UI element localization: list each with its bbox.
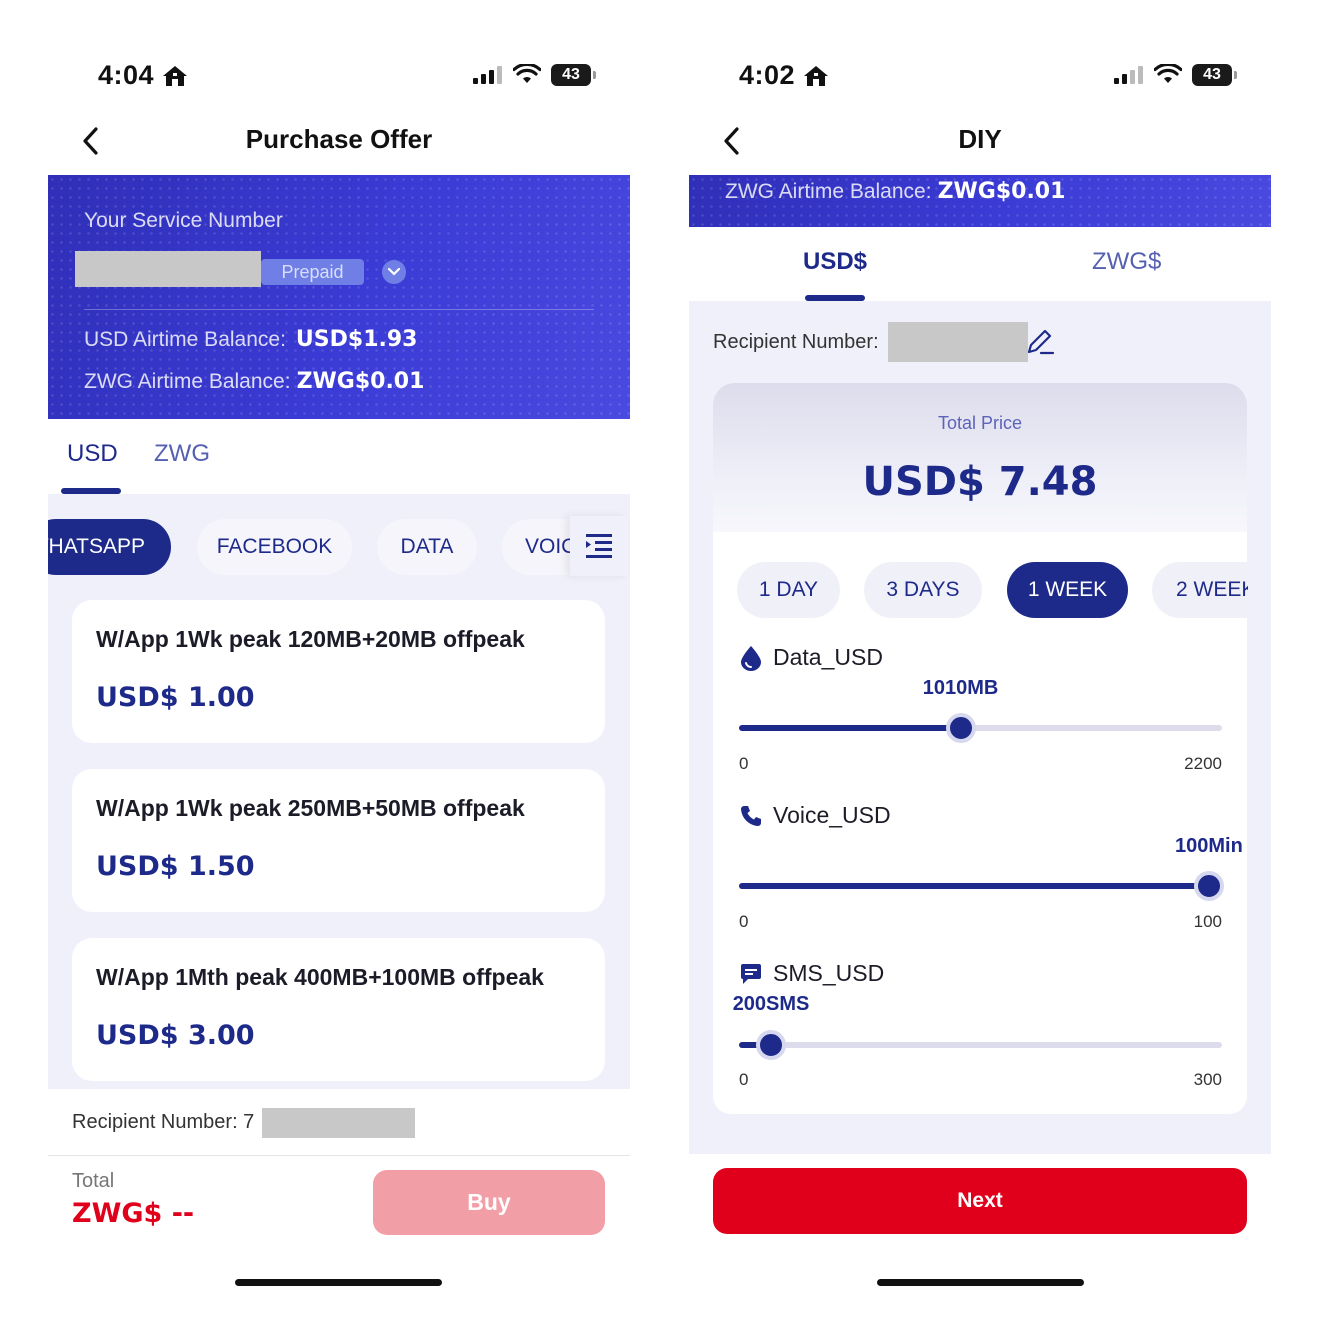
data-slider-thumb[interactable] <box>945 713 976 743</box>
data-slider[interactable] <box>739 713 1222 743</box>
tab-usd[interactable]: USD$ <box>803 248 867 276</box>
diy-screen: 4:02 43 DIY ZWG Airtime Balance: ZWG$0.0… <box>689 0 1271 1320</box>
offer-name: W/App 1Mth peak 400MB+100MB offpeak <box>96 964 544 990</box>
recipient-redacted <box>262 1108 415 1138</box>
service-number-redacted <box>75 251 261 287</box>
tab-zwg[interactable]: ZWG$ <box>1092 248 1161 276</box>
offer-card[interactable]: W/App 1Mth peak 400MB+100MB offpeak USD$… <box>72 938 605 1081</box>
voice-slider-min: 0 <box>739 912 749 931</box>
purchase-offer-screen: 4:04 43 Purchase Offer Your Service Numb… <box>48 0 630 1320</box>
page-title: DIY <box>958 124 1002 154</box>
sms-slider-max: 300 <box>1193 1070 1222 1089</box>
wifi-icon <box>1154 64 1182 83</box>
wifi-icon <box>513 64 541 83</box>
usd-balance-row: USD Airtime Balance: USD$1.93 <box>84 327 417 352</box>
next-button[interactable]: Next <box>713 1168 1247 1234</box>
total-label: Total <box>72 1170 115 1192</box>
total-price-value: USD$ 7.48 <box>862 459 1098 505</box>
data-slider-value: 1010MB <box>922 677 999 699</box>
zwg-balance-label: ZWG Airtime Balance: <box>725 180 932 203</box>
status-icons: 43 <box>1114 64 1237 86</box>
chip-1-day[interactable]: 1 DAY <box>737 562 840 618</box>
voice-slider-max: 100 <box>1193 912 1222 931</box>
home-status-icon <box>804 65 829 86</box>
service-number-label: Your Service Number <box>84 209 283 232</box>
voice-slider-thumb[interactable] <box>1194 871 1224 901</box>
chat-bubble-icon <box>741 963 761 984</box>
tab-usd[interactable]: USD <box>67 440 118 468</box>
offer-name: W/App 1Wk peak 250MB+50MB offpeak <box>96 795 525 821</box>
category-menu-icon[interactable] <box>570 516 628 576</box>
account-card-collapsed: ZWG Airtime Balance: ZWG$0.01 <box>689 175 1271 227</box>
data-slider-label: Data_USD <box>739 644 883 671</box>
signal-icon <box>473 66 502 84</box>
edit-pencil-icon[interactable] <box>1025 326 1055 356</box>
chip-2-weeks[interactable]: 2 WEEKS <box>1152 562 1248 618</box>
category-chip-row: WHATSAPP FACEBOOK DATA VOICE <box>48 519 630 575</box>
buy-button[interactable]: Buy <box>373 1170 605 1235</box>
card-divider <box>84 309 594 310</box>
sms-slider[interactable] <box>739 1030 1222 1060</box>
duration-chip-row: 1 DAY 3 DAYS 1 WEEK 2 WEEKS <box>737 562 1248 618</box>
signal-icon <box>1114 66 1143 84</box>
number-dropdown-icon[interactable] <box>382 260 406 284</box>
sms-slider-value: 200SMS <box>732 993 810 1015</box>
offer-price: USD$ 1.50 <box>96 851 255 882</box>
battery-icon: 43 <box>1192 64 1237 86</box>
phone-icon <box>741 805 761 826</box>
status-time: 4:04 <box>98 60 188 91</box>
chip-3-days[interactable]: 3 DAYS <box>864 562 982 618</box>
usd-balance-label: USD Airtime Balance: <box>84 328 286 351</box>
battery-icon: 43 <box>551 64 596 86</box>
zwg-balance-label: ZWG Airtime Balance: <box>84 370 291 393</box>
tab-zwg[interactable]: ZWG <box>154 440 210 468</box>
offer-name: W/App 1Wk peak 120MB+20MB offpeak <box>96 626 525 652</box>
data-slider-fill <box>739 725 961 731</box>
voice-slider-fill <box>739 883 1209 889</box>
sms-slider-min: 0 <box>739 1070 749 1089</box>
voice-slider-value: 100Min <box>1175 835 1243 857</box>
home-status-icon <box>163 65 188 86</box>
usd-balance-value: USD$1.93 <box>295 327 418 352</box>
chip-whatsapp[interactable]: WHATSAPP <box>48 519 171 575</box>
status-icons: 43 <box>473 64 596 86</box>
zwg-balance-row: ZWG Airtime Balance: ZWG$0.01 <box>725 179 1065 204</box>
recipient-label: Recipient Number: 7 <box>72 1111 255 1133</box>
chip-facebook[interactable]: FACEBOOK <box>197 519 352 575</box>
zwg-balance-value: ZWG$0.01 <box>296 369 425 394</box>
recipient-redacted <box>888 322 1028 362</box>
chip-1-week[interactable]: 1 WEEK <box>1007 562 1128 618</box>
page-title: Purchase Offer <box>245 124 433 154</box>
offer-price: USD$ 3.00 <box>96 1020 255 1051</box>
sms-slider-thumb[interactable] <box>756 1030 787 1060</box>
sms-slider-label: SMS_USD <box>739 960 884 987</box>
footer-divider <box>48 1155 630 1156</box>
offer-card[interactable]: W/App 1Wk peak 250MB+50MB offpeak USD$ 1… <box>72 769 605 912</box>
account-card: Your Service Number Prepaid USD Airtime … <box>48 175 630 419</box>
water-drop-icon <box>741 645 761 671</box>
data-slider-max: 2200 <box>1184 754 1222 773</box>
voice-slider-label: Voice_USD <box>739 802 891 829</box>
plan-badge: Prepaid <box>261 259 364 285</box>
zwg-balance-row: ZWG Airtime Balance: ZWG$0.01 <box>84 369 424 394</box>
offer-price: USD$ 1.00 <box>96 682 255 713</box>
data-slider-min: 0 <box>739 754 749 773</box>
total-value: ZWG$ -- <box>72 1198 195 1229</box>
recipient-label: Recipient Number: <box>713 331 879 353</box>
chip-data[interactable]: DATA <box>377 519 477 575</box>
offer-card[interactable]: W/App 1Wk peak 120MB+20MB offpeak USD$ 1… <box>72 600 605 743</box>
total-price-card: Total Price USD$ 7.48 <box>713 383 1247 533</box>
voice-slider[interactable] <box>739 871 1224 901</box>
zwg-balance-value: ZWG$0.01 <box>937 179 1066 204</box>
status-time: 4:02 <box>739 60 829 91</box>
home-indicator <box>235 1279 442 1286</box>
total-price-label: Total Price <box>937 413 1023 433</box>
home-indicator <box>877 1279 1084 1286</box>
